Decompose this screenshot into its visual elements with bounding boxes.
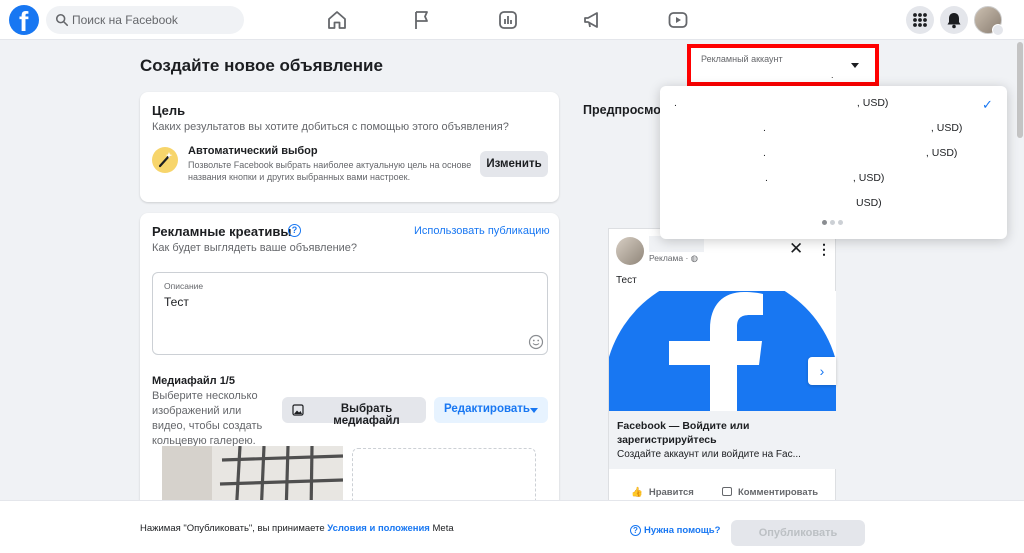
- page-avatar: [616, 237, 644, 265]
- sponsored-label: Реклама · ◍: [649, 253, 698, 264]
- option-prefix: .: [763, 147, 766, 159]
- magic-wand-icon: [152, 147, 178, 173]
- ad-account-label: Рекламный аккаунт: [701, 54, 783, 64]
- media-title: Медиафайл 1/5: [152, 375, 235, 387]
- link-title: Facebook — Войдите или зарегистрируйтесь: [617, 420, 750, 446]
- option-suffix: , USD): [852, 172, 885, 184]
- terms-suffix: Meta: [429, 523, 454, 534]
- comment-icon: [722, 487, 732, 496]
- publish-button[interactable]: Опубликовать: [731, 520, 865, 546]
- media-hint: Выберите несколько изображений или видео…: [152, 390, 263, 447]
- terms-prefix: Нажимая "Опубликовать", вы принимаете: [140, 523, 328, 534]
- bell-icon: [947, 13, 961, 29]
- like-label: Нравится: [648, 487, 694, 498]
- pager-dot: [830, 220, 835, 225]
- search-input[interactable]: [72, 6, 237, 34]
- preview-title: Предпросмотр: [583, 103, 661, 117]
- creative-subtitle: Как будет выглядеть ваше объявление?: [152, 242, 358, 254]
- ad-account-selected-value: .: [831, 70, 834, 80]
- goal-option-title: Автоматический выбор: [188, 145, 318, 157]
- checkmark-icon: ✓: [982, 97, 993, 112]
- bottom-action-bar: Нажимая "Опубликовать", вы принимаете Ус…: [0, 500, 1024, 553]
- close-icon[interactable]: ✕: [789, 239, 803, 259]
- goal-subtitle: Каких результатов вы хотите добиться с п…: [152, 121, 509, 133]
- option-suffix: , USD): [856, 97, 889, 109]
- option-prefix: .: [674, 97, 677, 109]
- option-suffix: , USD): [930, 122, 963, 134]
- page-scrollbar-thumb[interactable]: [1017, 42, 1023, 138]
- ads-chart-icon[interactable]: [496, 8, 520, 32]
- option-prefix: .: [765, 172, 768, 184]
- carousel-next-button[interactable]: ›: [808, 357, 836, 385]
- terms-notice: Нажимая "Опубликовать", вы принимаете Ус…: [140, 523, 454, 534]
- more-options-icon[interactable]: ⋮: [817, 241, 831, 258]
- facebook-logo-image: [609, 291, 836, 411]
- description-field[interactable]: Описание Тест: [152, 272, 548, 355]
- select-media-button[interactable]: Выбрать медиафайл: [282, 397, 426, 427]
- goal-card: Цель Каких результатов вы хотите добитьс…: [140, 92, 559, 202]
- pager-dot-active: [822, 220, 827, 225]
- creative-card: Рекламные креативы ? Использовать публик…: [140, 213, 559, 516]
- apps-grid-icon: [913, 13, 927, 27]
- use-existing-post-link[interactable]: Использовать публикацию: [414, 225, 550, 237]
- flag-icon[interactable]: [410, 8, 434, 32]
- ad-account-option-5[interactable]: USD): [856, 197, 882, 209]
- help-link[interactable]: ? Нужна помощь?: [630, 525, 720, 536]
- video-icon[interactable]: [666, 8, 690, 32]
- ad-account-select[interactable]: Рекламный аккаунт .: [687, 44, 879, 86]
- sponsored-text: Реклама ·: [649, 253, 691, 263]
- ad-preview-card: Реклама · ◍ ✕ ⋮ Тест › Facebook — Войдит…: [608, 228, 836, 503]
- option-suffix: USD): [856, 197, 882, 209]
- caret-down-icon: [530, 408, 538, 413]
- ad-account-option-4[interactable]: . , USD): [765, 172, 884, 184]
- edit-dropdown-button[interactable]: Редактировать: [434, 397, 548, 423]
- ad-account-option-3[interactable]: . , USD): [763, 147, 957, 159]
- select-media-label: Выбрать медиафайл: [333, 403, 400, 427]
- caret-down-icon: [851, 63, 859, 68]
- terms-link[interactable]: Условия и положения: [327, 523, 430, 534]
- facebook-logo-icon[interactable]: f: [9, 5, 39, 35]
- emoji-icon[interactable]: [528, 334, 544, 350]
- goal-title: Цель: [152, 103, 186, 118]
- creative-title: Рекламные креативы: [152, 224, 292, 239]
- option-prefix: .: [763, 122, 766, 134]
- page-title: Создайте новое объявление: [140, 56, 383, 75]
- like-action[interactable]: 👍 Нравится: [631, 487, 694, 498]
- apps-menu-button[interactable]: [906, 6, 934, 34]
- option-suffix: , USD): [925, 147, 958, 159]
- description-value: Тест: [164, 295, 189, 309]
- image-icon: [292, 404, 304, 416]
- help-label: Нужна помощь?: [644, 525, 721, 536]
- globe-icon: ◍: [690, 253, 699, 263]
- ad-account-option-2[interactable]: . , USD): [763, 122, 962, 134]
- change-goal-button[interactable]: Изменить: [480, 151, 548, 177]
- help-question-icon[interactable]: ?: [288, 224, 301, 237]
- search-icon: [55, 13, 69, 27]
- top-navigation-bar: f: [0, 0, 1024, 40]
- megaphone-icon[interactable]: [581, 8, 605, 32]
- home-icon[interactable]: [325, 8, 349, 32]
- thumbs-up-icon: 👍: [631, 487, 643, 498]
- notifications-button[interactable]: [940, 6, 968, 34]
- post-text: Тест: [616, 275, 637, 286]
- pager-dot: [838, 220, 843, 225]
- search-box[interactable]: [46, 6, 244, 34]
- link-description: Создайте аккаунт или войдите на Fac...: [617, 449, 801, 460]
- chevron-down-icon: [992, 24, 1004, 36]
- link-preview[interactable]: Facebook — Войдите или зарегистрируйтесь…: [609, 411, 836, 469]
- profile-avatar[interactable]: [974, 6, 1004, 36]
- comment-label: Комментировать: [738, 487, 819, 498]
- ad-image: [609, 291, 836, 411]
- comment-action[interactable]: Комментировать: [722, 487, 818, 498]
- goal-option-description: Позвольте Facebook выбрать наиболее акту…: [188, 160, 472, 182]
- help-question-icon: ?: [630, 525, 641, 536]
- description-label: Описание: [164, 281, 204, 291]
- ad-account-option-1[interactable]: . , USD): [674, 97, 888, 109]
- edit-label: Редактировать: [444, 403, 530, 415]
- ad-account-dropdown: . , USD) ✓ . , USD) . , USD) . , USD) USD): [660, 86, 1007, 239]
